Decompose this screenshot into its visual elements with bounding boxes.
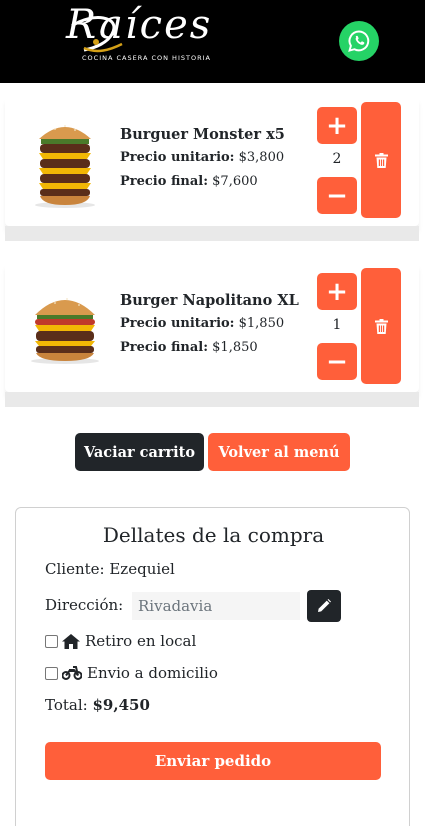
total-label: Total: — [45, 696, 88, 714]
pickup-checkbox[interactable] — [45, 634, 58, 648]
client-row: Cliente: Ezequiel — [45, 560, 175, 578]
minus-icon: − — [326, 346, 348, 377]
cart-item: Burguer Monster x5 Precio unitario: $3,8… — [5, 93, 419, 241]
logo[interactable]: Raíces COCINA CASERA CON HISTORIA — [62, 2, 237, 66]
whatsapp-button[interactable] — [339, 21, 379, 61]
logo-subtitle: COCINA CASERA CON HISTORIA — [82, 54, 211, 62]
plus-icon: + — [326, 276, 348, 307]
quantity-value: 2 — [332, 151, 342, 167]
plus-icon: + — [326, 110, 348, 141]
final-price-value: $7,600 — [212, 174, 258, 189]
pencil-icon — [318, 599, 331, 612]
unit-price-value: $3,800 — [238, 150, 285, 165]
motorcycle-icon — [62, 666, 82, 680]
item-name: Burguer Monster x5 — [120, 126, 285, 143]
unit-price-value: $1,850 — [238, 316, 285, 331]
final-price-label: Precio final: — [120, 174, 209, 189]
details-title: Dellates de la compra — [102, 523, 325, 547]
increase-quantity-button[interactable]: + — [317, 273, 357, 310]
cart-item: Burger Napolitano XL Precio unitario: $1… — [5, 259, 419, 407]
decrease-quantity-button[interactable]: − — [317, 343, 357, 380]
delete-item-button[interactable] — [361, 102, 401, 218]
logo-text: Raíces — [66, 2, 213, 48]
burger-napolitano-image — [25, 281, 105, 371]
edit-address-button[interactable] — [307, 590, 341, 622]
increase-quantity-button[interactable]: + — [317, 107, 357, 144]
delivery-checkbox[interactable] — [45, 666, 58, 680]
delivery-option[interactable]: Envio a domicilio — [45, 664, 218, 682]
total-value: $9,450 — [92, 696, 150, 714]
total-row: Total: $9,450 — [45, 696, 150, 714]
address-label: Dirección: — [45, 596, 124, 614]
header: Raíces COCINA CASERA CON HISTORIA — [0, 0, 425, 83]
trash-icon — [374, 152, 388, 168]
purchase-details-card: Dellates de la compra Cliente: Ezequiel … — [15, 507, 410, 826]
send-order-button[interactable]: Enviar pedido — [45, 742, 381, 780]
empty-cart-button[interactable]: Vaciar carrito — [75, 433, 204, 471]
item-unit-price: Precio unitario: $1,850 — [120, 316, 284, 331]
trash-icon — [374, 318, 388, 334]
client-label: Cliente: — [45, 560, 105, 578]
minus-icon: − — [326, 180, 348, 211]
address-input[interactable]: Rivadavia — [132, 592, 300, 620]
item-final-price: Precio final: $1,850 — [120, 340, 258, 355]
final-price-value: $1,850 — [212, 340, 258, 355]
item-unit-price: Precio unitario: $3,800 — [120, 150, 284, 165]
unit-price-label: Precio unitario: — [120, 150, 235, 165]
whatsapp-icon — [348, 30, 370, 52]
delivery-label: Envio a domicilio — [87, 664, 218, 682]
home-icon — [62, 633, 80, 649]
item-name: Burger Napolitano XL — [120, 292, 299, 309]
item-final-price: Precio final: $7,600 — [120, 174, 258, 189]
client-name: Ezequiel — [109, 560, 175, 578]
unit-price-label: Precio unitario: — [120, 316, 235, 331]
final-price-label: Precio final: — [120, 340, 209, 355]
burger-monster-image — [25, 119, 105, 209]
pickup-label: Retiro en local — [85, 632, 197, 650]
quantity-value: 1 — [332, 317, 342, 333]
back-to-menu-button[interactable]: Volver al menú — [208, 433, 350, 471]
decrease-quantity-button[interactable]: − — [317, 177, 357, 214]
delete-item-button[interactable] — [361, 268, 401, 384]
address-value: Rivadavia — [138, 597, 213, 615]
pickup-option[interactable]: Retiro en local — [45, 632, 196, 650]
